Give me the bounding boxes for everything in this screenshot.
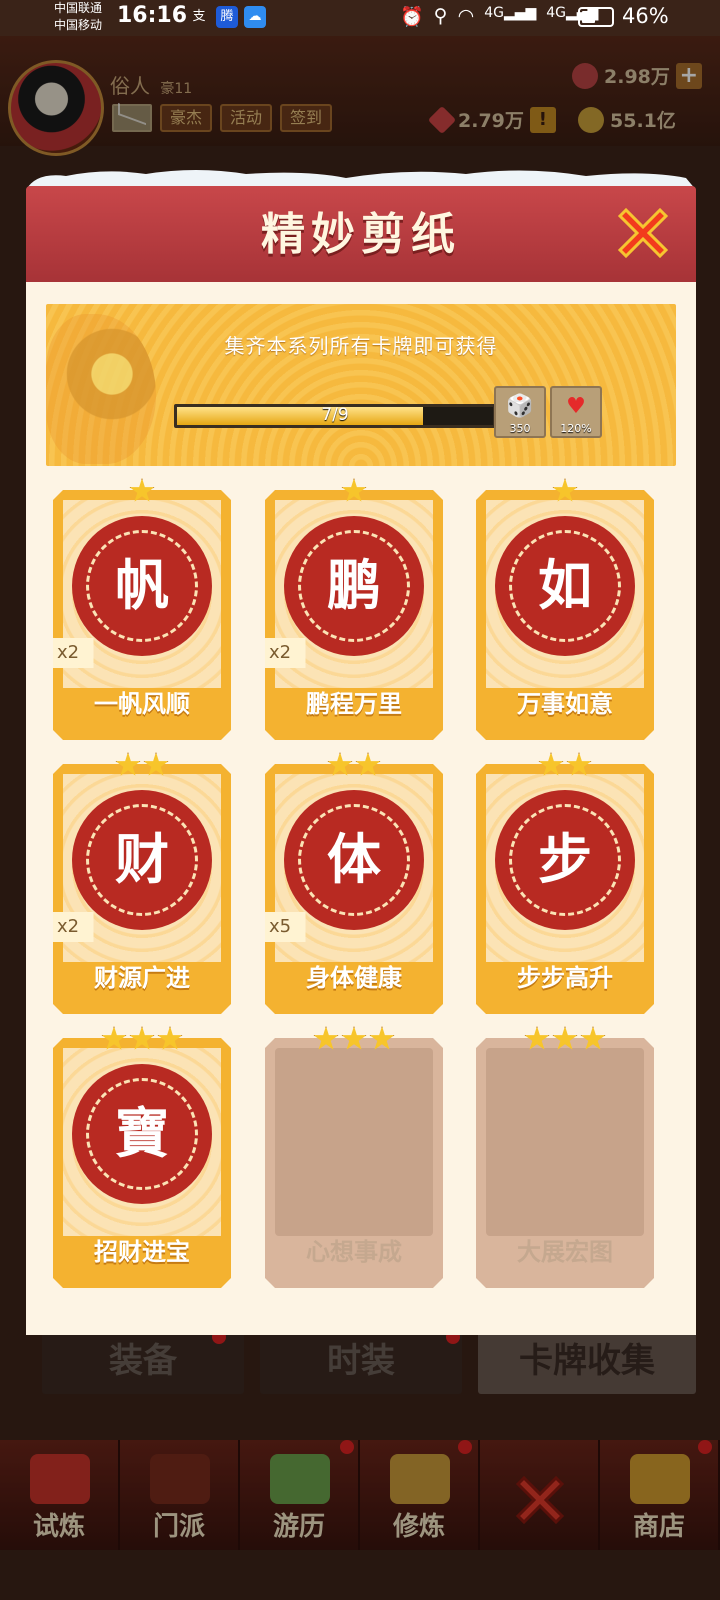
paper-cut-art: 体 bbox=[284, 790, 424, 930]
banner-text: 集齐本系列所有卡牌即可获得 bbox=[224, 334, 498, 358]
star-icon bbox=[101, 1026, 127, 1050]
card-glyph: 财 bbox=[115, 828, 169, 891]
collection-progress-bar: 7/9 bbox=[174, 404, 496, 428]
card-glyph: 体 bbox=[327, 828, 381, 891]
card-stars bbox=[265, 1026, 443, 1052]
card-1[interactable]: 帆 x2 一帆风顺 bbox=[53, 478, 231, 740]
series-reward-banner: 集齐本系列所有卡牌即可获得 7/9 🎲 350 ♥ 120% bbox=[46, 304, 676, 466]
card-9[interactable]: 大展宏图 bbox=[476, 1026, 654, 1288]
star-icon bbox=[115, 752, 141, 776]
reward-dice-label: 350 bbox=[509, 422, 531, 435]
alipay-icon: 支 bbox=[192, 9, 206, 24]
card-name: 鹏程万里 bbox=[306, 690, 402, 718]
star-icon bbox=[552, 1026, 578, 1050]
paper-cut-art: 寶 bbox=[72, 1064, 212, 1204]
card-name: 心想事成 bbox=[306, 1238, 402, 1266]
card-3[interactable]: 如万事如意 bbox=[476, 478, 654, 740]
card-glyph: 寶 bbox=[115, 1102, 169, 1165]
star-icon bbox=[129, 478, 155, 502]
system-icons: ⏰ ⚲ ◠ 4G▂▄▆ 4G▂▄▆ bbox=[400, 5, 598, 28]
heart-icon: ♥ bbox=[566, 394, 586, 419]
battery-percent: 46% bbox=[622, 4, 669, 28]
card-6[interactable]: 步步步高升 bbox=[476, 752, 654, 1014]
carrier-1: 中国联通 bbox=[54, 1, 103, 15]
progress-text: 7/9 bbox=[321, 405, 349, 425]
card-name: 万事如意 bbox=[517, 690, 613, 718]
card-stars bbox=[53, 1026, 231, 1052]
clock: 16:16 bbox=[117, 3, 188, 28]
card-art-background bbox=[486, 1048, 644, 1236]
star-icon bbox=[538, 752, 564, 776]
card-stars bbox=[265, 752, 443, 778]
star-icon bbox=[580, 1026, 606, 1050]
card-name: 招财进宝 bbox=[94, 1238, 190, 1266]
card-stars bbox=[476, 1026, 654, 1052]
card-stars bbox=[53, 478, 231, 504]
star-icon bbox=[341, 478, 367, 502]
card-glyph: 鹏 bbox=[327, 554, 381, 617]
card-glyph: 步 bbox=[538, 828, 592, 891]
paper-cut-art: 财 bbox=[72, 790, 212, 930]
carrier-2: 中国移动 bbox=[54, 18, 103, 32]
card-name: 身体健康 bbox=[306, 964, 402, 992]
paper-cut-art: 步 bbox=[495, 790, 635, 930]
card-7[interactable]: 寶招财进宝 bbox=[53, 1026, 231, 1288]
card-stars bbox=[476, 752, 654, 778]
star-icon bbox=[129, 1026, 155, 1050]
app-notify-icon: 腾 bbox=[216, 6, 238, 28]
card-stars bbox=[265, 478, 443, 504]
notification-icons: 支 腾 ☁ bbox=[188, 6, 266, 28]
paper-cut-art: 鹏 bbox=[284, 516, 424, 656]
star-icon bbox=[524, 1026, 550, 1050]
carrier-labels: 中国联通 中国移动 bbox=[54, 0, 102, 34]
star-icon bbox=[341, 1026, 367, 1050]
paper-cut-art: 如 bbox=[495, 516, 635, 656]
close-icon[interactable] bbox=[614, 204, 672, 262]
alarm-icon: ⏰ bbox=[400, 6, 424, 28]
card-stars bbox=[53, 752, 231, 778]
modal-body: 集齐本系列所有卡牌即可获得 7/9 🎲 350 ♥ 120% 帆 x2 一帆风顺鹏 x… bbox=[26, 282, 696, 1335]
star-icon bbox=[369, 1026, 395, 1050]
dice-icon: 🎲 bbox=[506, 394, 534, 419]
wifi-icon: ◠ bbox=[457, 5, 475, 27]
star-icon bbox=[157, 1026, 183, 1050]
card-name: 大展宏图 bbox=[517, 1238, 613, 1266]
battery-icon bbox=[578, 7, 614, 27]
card-8[interactable]: 心想事成 bbox=[265, 1026, 443, 1288]
card-name: 步步高升 bbox=[517, 964, 613, 992]
paper-cut-art: 帆 bbox=[72, 516, 212, 656]
star-icon bbox=[355, 752, 381, 776]
card-4[interactable]: 财 x2 财源广进 bbox=[53, 752, 231, 1014]
card-glyph: 如 bbox=[538, 554, 592, 617]
card-name: 财源广进 bbox=[94, 964, 190, 992]
card-art-background bbox=[275, 1048, 433, 1236]
location-icon: ⚲ bbox=[433, 5, 448, 27]
modal-title: 精妙剪纸 bbox=[261, 209, 461, 260]
star-icon bbox=[566, 752, 592, 776]
star-icon bbox=[313, 1026, 339, 1050]
card-2[interactable]: 鹏 x2 鹏程万里 bbox=[265, 478, 443, 740]
card-5[interactable]: 体 x5 身体健康 bbox=[265, 752, 443, 1014]
reward-dice[interactable]: 🎲 350 bbox=[494, 386, 546, 438]
status-bar: 中国联通 中国移动 16:16 支 腾 ☁ ⏰ ⚲ ◠ 4G▂▄▆ 4G▂▄▆ … bbox=[0, 0, 720, 36]
reward-heart[interactable]: ♥ 120% bbox=[550, 386, 602, 438]
paper-cut-collection-modal: 精妙剪纸 集齐本系列所有卡牌即可获得 7/9 🎲 350 ♥ 120% 帆 x2 一… bbox=[26, 168, 696, 1335]
star-icon bbox=[327, 752, 353, 776]
signal-icon: 4G▂▄▆ bbox=[484, 5, 537, 21]
reward-heart-label: 120% bbox=[560, 422, 592, 435]
cloud-icon: ☁ bbox=[244, 6, 266, 28]
star-icon bbox=[143, 752, 169, 776]
star-icon bbox=[552, 478, 578, 502]
card-name: 一帆风顺 bbox=[94, 690, 190, 718]
card-stars bbox=[476, 478, 654, 504]
card-glyph: 帆 bbox=[115, 554, 169, 617]
